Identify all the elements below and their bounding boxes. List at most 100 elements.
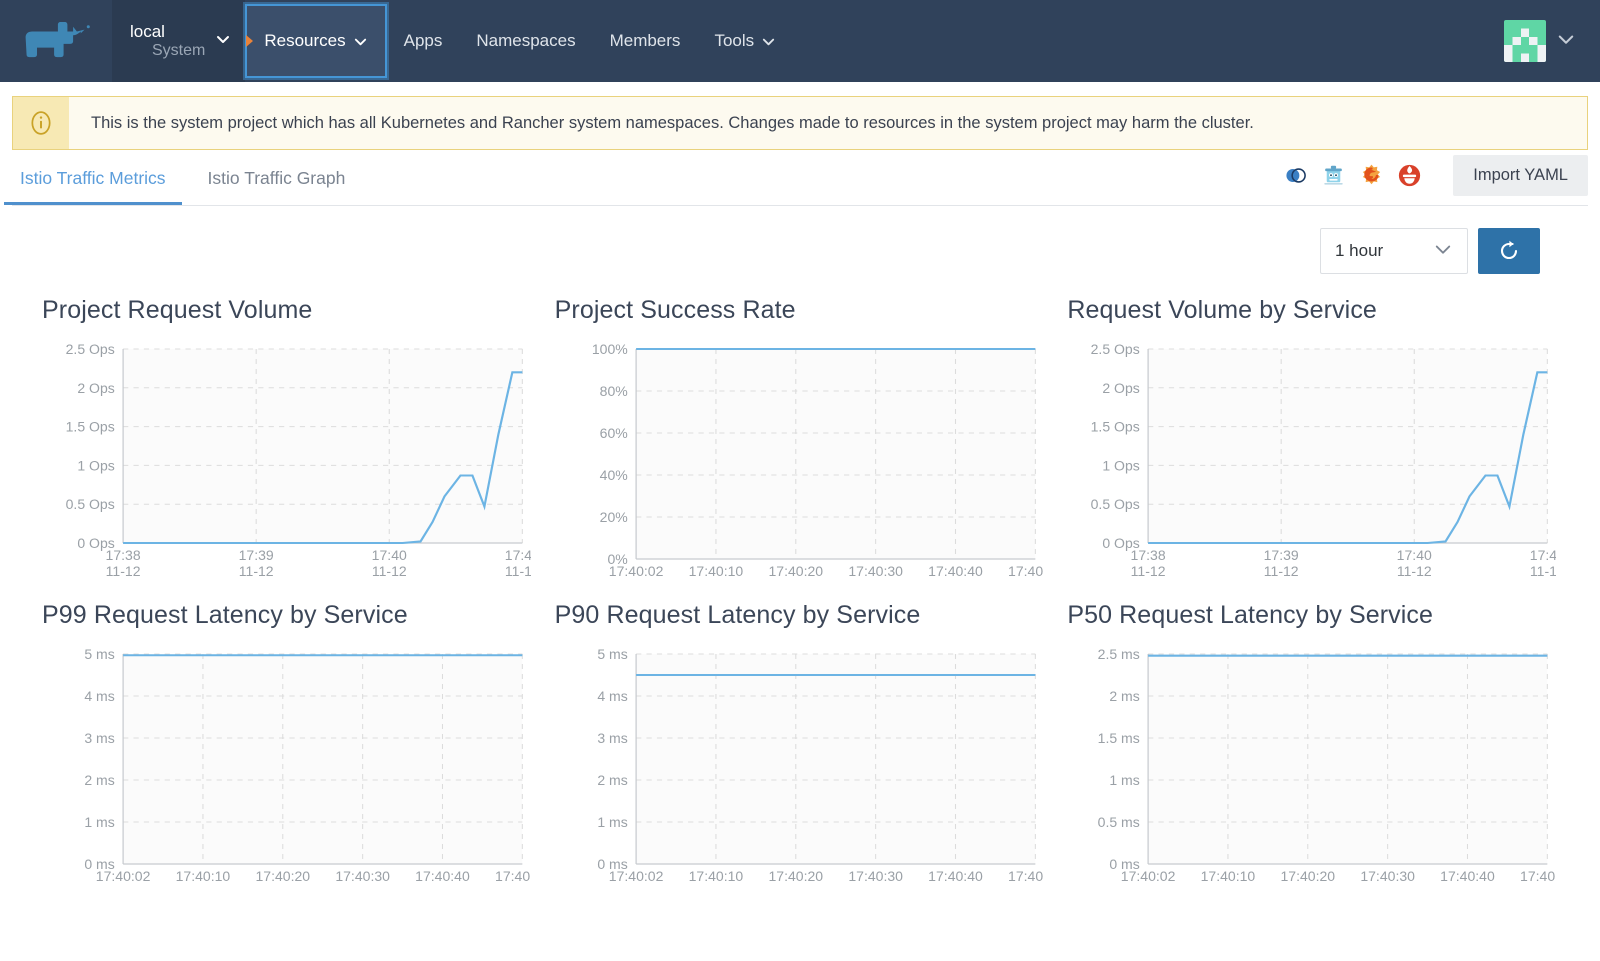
- x-axis-tick-label: 17:40:10: [176, 869, 231, 884]
- chart-panel-request-volume-by-service: Request Volume by Service 0 Ops 0.5 Ops 1 …: [1065, 296, 1556, 587]
- cluster-name: local: [130, 22, 165, 42]
- x-axis-tick-label: 17:40:02: [96, 869, 151, 884]
- y-axis-tick-label: 2.5 Ops: [66, 342, 115, 357]
- x-axis-tick-label: 17:40:20: [768, 564, 823, 579]
- chart-p50-request-latency: 0 ms0.5 ms1 ms1.5 ms2 ms2.5 ms17:40:02 17…: [1098, 647, 1556, 884]
- external-tool-links: Import YAML: [1283, 155, 1588, 206]
- y-axis-tick-label: 2 Ops: [1103, 381, 1141, 396]
- chevron-down-icon: [1433, 239, 1453, 264]
- import-yaml-button[interactable]: Import YAML: [1453, 155, 1588, 196]
- chart-panel-project-success-rate: Project Success Rate 0% 20% 40% 60% 80% 100% 1…: [553, 296, 1044, 587]
- chart-title: Project Request Volume: [42, 296, 313, 324]
- x-axis-tick-label: 17:40: [1397, 548, 1432, 563]
- tab-bar: Istio Traffic Metrics Istio Traffic Grap…: [4, 150, 1588, 206]
- y-axis-tick-label: 1 Ops: [1103, 459, 1141, 474]
- y-axis-tick-label: 40%: [599, 468, 627, 483]
- chart-title: Project Success Rate: [554, 296, 796, 324]
- x-axis-tick-label: 17:40:10: [1201, 869, 1256, 884]
- refresh-button[interactable]: [1478, 228, 1540, 274]
- y-axis-tick-label: 0.5 ms: [1098, 815, 1140, 830]
- chevron-down-icon: [215, 31, 231, 52]
- x-axis-tick-label: 17:40:40: [1441, 869, 1496, 884]
- jaeger-icon[interactable]: [1321, 163, 1346, 188]
- y-axis-tick-label: 5 ms: [597, 647, 628, 662]
- x-axis-tick-label: 17:40: [1530, 548, 1556, 563]
- y-axis-tick-label: 0.5 Ops: [1091, 497, 1140, 512]
- time-range-select[interactable]: 1 hour: [1320, 228, 1468, 274]
- x-axis-tick-label: 17:40:02: [608, 869, 663, 884]
- x-axis-tick-label: 17:40:40: [928, 564, 983, 579]
- avatar[interactable]: [1504, 20, 1546, 62]
- x-axis-tick-sublabel: 11-12: [372, 564, 407, 579]
- y-axis-tick-label: 100%: [592, 342, 628, 357]
- cluster-project-picker[interactable]: local System: [112, 0, 246, 82]
- x-axis-tick-label: 17:40:20: [768, 869, 823, 884]
- x-axis-tick-label: 17:39: [239, 548, 274, 563]
- y-axis-tick-label: 1 ms: [1110, 773, 1141, 788]
- nav-item-resources[interactable]: Resources: [245, 4, 387, 78]
- chart-title: P50 Request Latency by Service: [1067, 601, 1434, 629]
- y-axis-tick-label: 80%: [599, 384, 627, 399]
- y-axis-tick-label: 1.5 ms: [1098, 731, 1140, 746]
- nav-item-members[interactable]: Members: [593, 0, 698, 82]
- y-axis-tick-label: 1 ms: [84, 815, 115, 830]
- chevron-down-icon: [761, 34, 776, 49]
- x-axis-tick-label: 17:40:20: [1281, 869, 1336, 884]
- x-axis-tick-sublabel: 11-12: [239, 564, 274, 579]
- y-axis-tick-label: 2 ms: [597, 773, 628, 788]
- nav-item-tools[interactable]: Tools: [697, 0, 793, 82]
- nav-item-resources-label: Resources: [264, 31, 346, 50]
- dashboard-controls: 1 hour: [0, 206, 1600, 274]
- chevron-down-icon[interactable]: [1556, 29, 1576, 54]
- y-axis-tick-label: 4 ms: [597, 689, 628, 704]
- y-axis-tick-label: 3 ms: [84, 731, 115, 746]
- nav-item-apps[interactable]: Apps: [387, 0, 460, 82]
- x-axis-tick-label: 17:40:40: [928, 869, 983, 884]
- nav-item-tools-label: Tools: [714, 31, 755, 50]
- y-axis-tick-label: 4 ms: [84, 689, 115, 704]
- chart-panel-p90-request-latency: P90 Request Latency by Service 0 ms 1 ms 2…: [553, 601, 1044, 892]
- tab-istio-traffic-metrics-label: Istio Traffic Metrics: [20, 168, 166, 188]
- chart-panel-p99-request-latency: P99 Request Latency by Service 0 ms 1 ms 2…: [40, 601, 531, 892]
- x-axis-tick-sublabel: 11-12: [1397, 564, 1432, 579]
- banner-icon-cell: [13, 97, 69, 149]
- x-axis-tick-label: 17:40: [372, 548, 407, 563]
- y-axis-tick-label: 2.5 ms: [1098, 647, 1140, 662]
- prometheus-icon[interactable]: [1397, 163, 1422, 188]
- chart-p90-request-latency: 0 ms1 ms2 ms3 ms4 ms5 ms17:40:02 17:40:10…: [597, 647, 1043, 884]
- rancher-logo-link[interactable]: [0, 0, 112, 82]
- metrics-chart-grid: Project Request Volume 0 Ops 0.5 Ops 1 Ops…: [0, 274, 1600, 892]
- y-axis-tick-label: 1 Ops: [77, 459, 115, 474]
- chevron-down-icon: [353, 34, 368, 49]
- y-axis-tick-label: 60%: [599, 426, 627, 441]
- y-axis-tick-label: 2 ms: [84, 773, 115, 788]
- chart-project-request-volume: 0 Ops0.5 Ops1 Ops1.5 Ops2 Ops2.5 Ops17:3…: [66, 342, 531, 579]
- rancher-logo-icon: [25, 22, 90, 58]
- top-navigation-bar: local System Resources Apps Namespaces M…: [0, 0, 1600, 82]
- kiali-icon[interactable]: [1283, 163, 1308, 188]
- x-axis-tick-label: 17:40:02: [1121, 869, 1176, 884]
- y-axis-tick-label: 3 ms: [597, 731, 628, 746]
- x-axis-tick-label: 17:40:10: [688, 564, 743, 579]
- x-axis-tick-label: 17:40:20: [255, 869, 310, 884]
- grafana-icon[interactable]: [1359, 163, 1384, 188]
- y-axis-tick-label: 0.5 Ops: [66, 497, 115, 512]
- y-axis-tick-label: 2 ms: [1110, 689, 1141, 704]
- x-axis-tick-sublabel: 11-12: [1530, 564, 1556, 579]
- x-axis-tick-label: 17:40:30: [335, 869, 390, 884]
- x-axis-tick-label: 17:40:30: [848, 564, 903, 579]
- x-axis-tick-label: 17:38: [1131, 548, 1166, 563]
- nav-item-namespaces-label: Namespaces: [476, 31, 576, 50]
- chart-project-success-rate: 0%20%40%60%80%100%17:40:02 17:40:10 17:40:…: [592, 342, 1044, 579]
- nav-item-namespaces[interactable]: Namespaces: [459, 0, 592, 82]
- header-user-area: [1504, 0, 1600, 82]
- x-axis-tick-sublabel: 11-12: [1264, 564, 1299, 579]
- system-project-warning-banner: This is the system project which has all…: [12, 96, 1588, 150]
- x-axis-tick-label: 17:40:30: [1361, 869, 1416, 884]
- tab-istio-traffic-graph-label: Istio Traffic Graph: [207, 168, 346, 188]
- tab-istio-traffic-graph[interactable]: Istio Traffic Graph: [200, 168, 354, 205]
- y-axis-tick-label: 1.5 Ops: [66, 420, 115, 435]
- x-axis-tick-label: 17:40:50: [495, 869, 531, 884]
- tab-istio-traffic-metrics[interactable]: Istio Traffic Metrics: [4, 168, 182, 205]
- x-axis-tick-label: 17:40:50: [1008, 564, 1044, 579]
